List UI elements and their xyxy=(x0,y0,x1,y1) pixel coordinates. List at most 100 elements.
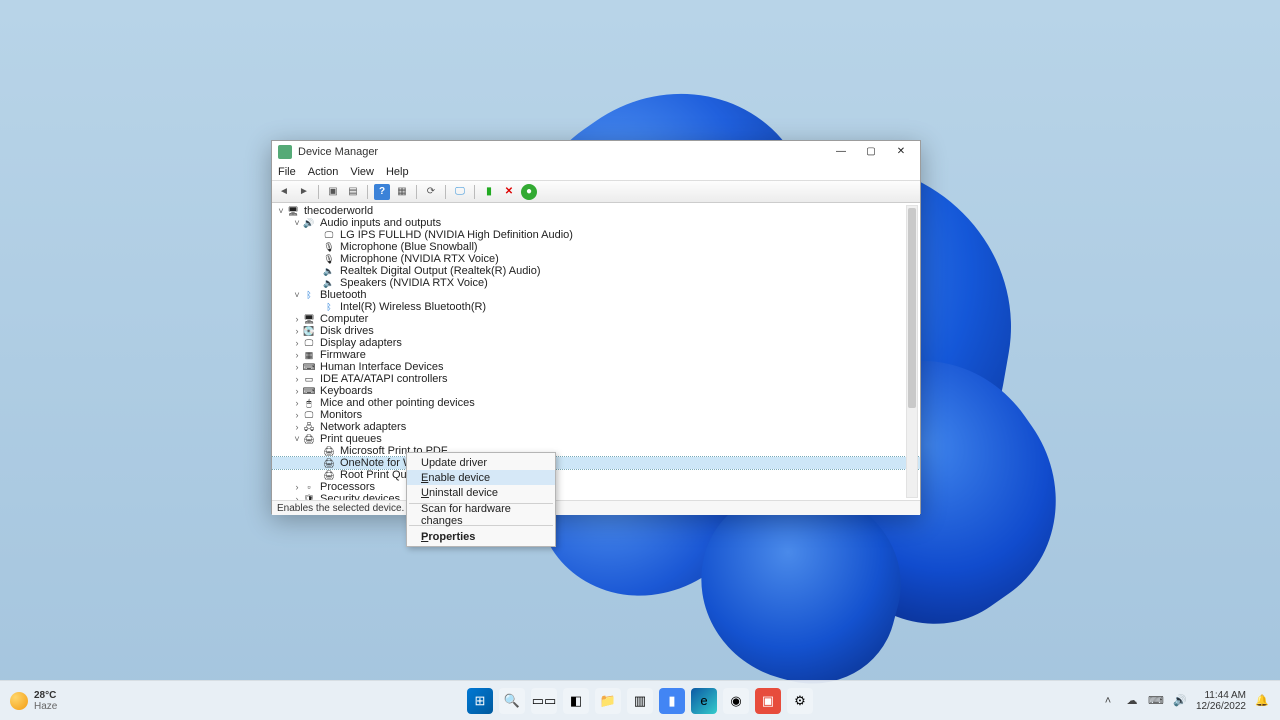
context-menu: Update driver Enable device Uninstall de… xyxy=(406,452,556,547)
chrome-icon[interactable]: ◉ xyxy=(723,688,749,714)
cpu-icon: ▫ xyxy=(302,481,316,493)
device-manager-window: Device Manager — ▢ ✕ File Action View He… xyxy=(271,140,921,514)
close-button[interactable]: ✕ xyxy=(886,142,916,162)
ctx-update-driver[interactable]: Update driver xyxy=(407,455,555,470)
menu-view[interactable]: View xyxy=(350,166,374,178)
edge-icon[interactable]: e xyxy=(691,688,717,714)
network-icon: 🖧 xyxy=(302,421,316,433)
status-bar: Enables the selected device. xyxy=(272,501,920,515)
scan-hardware-icon[interactable]: ● xyxy=(521,184,537,200)
device-item[interactable]: LG IPS FULLHD (NVIDIA High Definition Au… xyxy=(340,229,573,241)
explorer-icon[interactable]: 📁 xyxy=(595,688,621,714)
category-bluetooth[interactable]: Bluetooth xyxy=(320,289,366,301)
category-network[interactable]: Network adapters xyxy=(320,421,406,433)
bluetooth-icon: ᛒ xyxy=(302,289,316,301)
toolbar: ◄ ► ▣ ▤ ? ▦ ⟳ 🖵 ▮ ✕ ● xyxy=(272,181,920,203)
back-button[interactable]: ◄ xyxy=(276,184,292,200)
ctx-uninstall-device[interactable]: Uninstall device xyxy=(407,485,555,500)
security-icon: 🛡 xyxy=(302,493,316,501)
tray-volume-icon[interactable]: 🔊 xyxy=(1172,693,1188,709)
display-icon: 🖵 xyxy=(302,337,316,349)
menubar: File Action View Help xyxy=(272,163,920,181)
category-monitors[interactable]: Monitors xyxy=(320,409,362,421)
pinned-app-icon[interactable]: ⚙ xyxy=(787,688,813,714)
system-tray: ˄ ☁ ⌨ 🔊 11:44 AM 12/26/2022 🔔 xyxy=(1100,690,1270,712)
window-title: Device Manager xyxy=(298,146,378,158)
device-tree[interactable]: ˅🖥thecoderworld ˅🔊Audio inputs and outpu… xyxy=(272,203,920,501)
category-disk[interactable]: Disk drives xyxy=(320,325,374,337)
notifications-icon[interactable]: 🔔 xyxy=(1254,693,1270,709)
category-mice[interactable]: Mice and other pointing devices xyxy=(320,397,475,409)
ide-icon: ▭ xyxy=(302,373,316,385)
tray-language-icon[interactable]: ⌨ xyxy=(1148,693,1164,709)
weather-icon xyxy=(10,692,28,710)
ctx-enable-device[interactable]: Enable device xyxy=(407,470,555,485)
monitor-icon: 🖵 xyxy=(302,409,316,421)
bluetooth-icon: ᛒ xyxy=(322,301,336,313)
clock-time: 11:44 AM xyxy=(1196,690,1246,701)
category-computer[interactable]: Computer xyxy=(320,313,368,325)
computer-icon: 🖥 xyxy=(286,205,300,217)
device-item[interactable]: Microphone (NVIDIA RTX Voice) xyxy=(340,253,499,265)
category-ide[interactable]: IDE ATA/ATAPI controllers xyxy=(320,373,448,385)
category-firmware[interactable]: Firmware xyxy=(320,349,366,361)
category-security[interactable]: Security devices xyxy=(320,493,400,501)
pinned-app-icon[interactable]: ▮ xyxy=(659,688,685,714)
ctx-scan-hardware[interactable]: Scan for hardware changes xyxy=(407,507,555,522)
ctx-properties[interactable]: Properties xyxy=(407,529,555,544)
mouse-icon: 🖱 xyxy=(302,397,316,409)
printer-icon: 🖨 xyxy=(322,445,336,457)
category-processors[interactable]: Processors xyxy=(320,481,375,493)
properties-icon[interactable]: 🖵 xyxy=(452,184,468,200)
titlebar[interactable]: Device Manager — ▢ ✕ xyxy=(272,141,920,163)
category-audio[interactable]: Audio inputs and outputs xyxy=(320,217,441,229)
show-hidden-button[interactable]: ▣ xyxy=(325,184,341,200)
menu-file[interactable]: File xyxy=(278,166,296,178)
pinned-app-icon[interactable]: ▣ xyxy=(755,688,781,714)
widgets-button[interactable]: ◧ xyxy=(563,688,589,714)
view-button[interactable]: ▤ xyxy=(345,184,361,200)
enable-icon[interactable]: ▮ xyxy=(481,184,497,200)
taskbar: 28°C Haze ⊞ 🔍 ▭▭ ◧ 📁 ▥ ▮ e ◉ ▣ ⚙ ˄ ☁ ⌨ 🔊… xyxy=(0,680,1280,720)
task-view-button[interactable]: ▭▭ xyxy=(531,688,557,714)
monitor-icon: 🖵 xyxy=(322,229,336,241)
maximize-button[interactable]: ▢ xyxy=(856,142,886,162)
menu-action[interactable]: Action xyxy=(308,166,339,178)
tray-chevron-icon[interactable]: ˄ xyxy=(1100,693,1116,709)
scrollbar-thumb[interactable] xyxy=(908,208,916,408)
category-keyboards[interactable]: Keyboards xyxy=(320,385,373,397)
category-hid[interactable]: Human Interface Devices xyxy=(320,361,444,373)
start-button[interactable]: ⊞ xyxy=(467,688,493,714)
audio-icon: 🔊 xyxy=(302,217,316,229)
category-print[interactable]: Print queues xyxy=(320,433,382,445)
tray-cloud-icon[interactable]: ☁ xyxy=(1124,693,1140,709)
help-icon[interactable]: ? xyxy=(374,184,390,200)
device-item[interactable]: Intel(R) Wireless Bluetooth(R) xyxy=(340,301,486,313)
forward-button[interactable]: ► xyxy=(296,184,312,200)
disk-icon: 💽 xyxy=(302,325,316,337)
firmware-icon: ▦ xyxy=(302,349,316,361)
device-item[interactable]: Realtek Digital Output (Realtek(R) Audio… xyxy=(340,265,541,277)
mic-icon: 🎙 xyxy=(322,253,336,265)
keyboard-icon: ⌨ xyxy=(302,385,316,397)
device-item[interactable]: Speakers (NVIDIA RTX Voice) xyxy=(340,277,488,289)
taskbar-center: ⊞ 🔍 ▭▭ ◧ 📁 ▥ ▮ e ◉ ▣ ⚙ xyxy=(467,688,813,714)
disable-icon[interactable]: ✕ xyxy=(501,184,517,200)
search-button[interactable]: 🔍 xyxy=(499,688,525,714)
device-item[interactable]: Microphone (Blue Snowball) xyxy=(340,241,478,253)
minimize-button[interactable]: — xyxy=(826,142,856,162)
mic-icon: 🎙 xyxy=(322,241,336,253)
scrollbar[interactable] xyxy=(906,205,918,498)
category-display[interactable]: Display adapters xyxy=(320,337,402,349)
pinned-app-icon[interactable]: ▥ xyxy=(627,688,653,714)
clock-date: 12/26/2022 xyxy=(1196,701,1246,712)
speaker-icon: 🔈 xyxy=(322,277,336,289)
menu-help[interactable]: Help xyxy=(386,166,409,178)
scan-icon[interactable]: ▦ xyxy=(394,184,410,200)
clock[interactable]: 11:44 AM 12/26/2022 xyxy=(1196,690,1246,712)
update-driver-icon[interactable]: ⟳ xyxy=(423,184,439,200)
root-node[interactable]: thecoderworld xyxy=(304,205,373,217)
printer-icon: 🖨 xyxy=(302,433,316,445)
weather-widget[interactable]: 28°C Haze xyxy=(10,690,57,712)
computer-icon: 🖥 xyxy=(302,313,316,325)
